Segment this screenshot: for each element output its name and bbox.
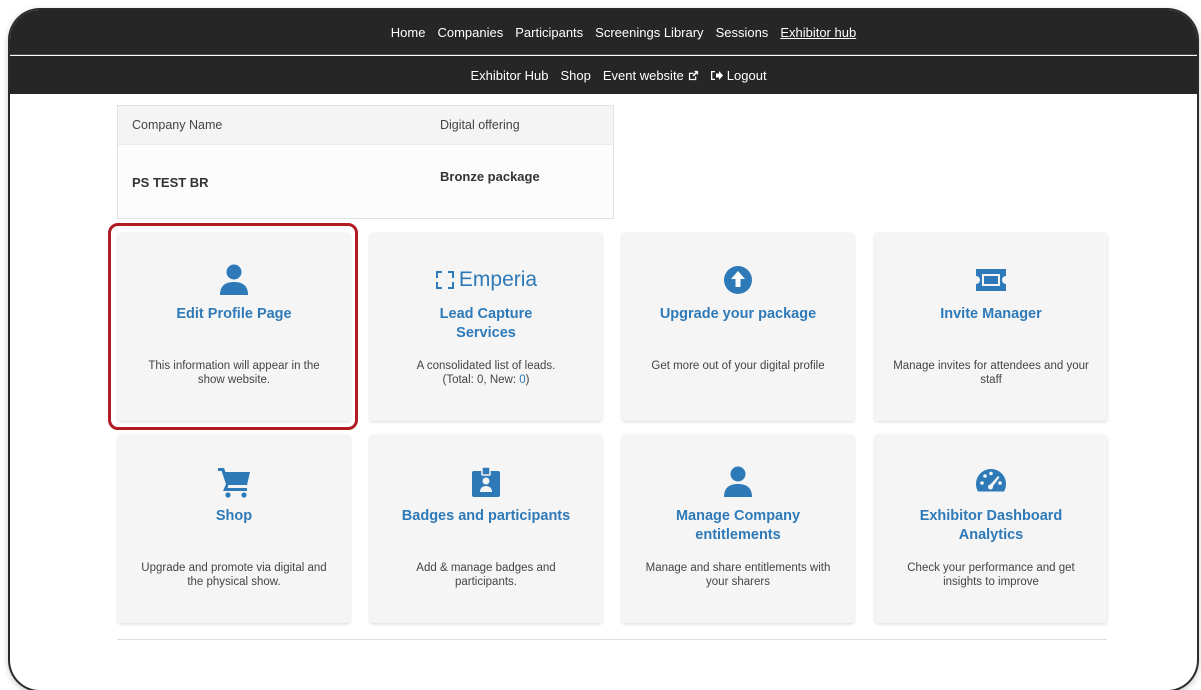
nav-exhibitor-hub[interactable]: Exhibitor hub — [780, 25, 856, 40]
card-title: Invite Manager — [940, 306, 1042, 322]
header-company-name: Company Name — [132, 118, 223, 132]
arrow-up-circle-icon — [622, 263, 854, 297]
event-website-label: Event website — [602, 67, 684, 83]
card-badges-participants[interactable]: Badges and participants Add & manage bad… — [370, 435, 602, 623]
nav-participants[interactable]: Participants — [515, 25, 583, 40]
digital-offering-value: Bronze package — [440, 169, 540, 184]
company-name-value: PS TEST BR — [132, 175, 209, 190]
external-link-icon — [688, 70, 698, 80]
app-window: Home Companies Participants Screenings L… — [10, 10, 1197, 690]
table-header-row: Company Name Digital offering — [118, 106, 613, 145]
card-description: Upgrade and promote via digital and the … — [141, 562, 327, 588]
card-description: Add & manage badges and participants. — [416, 562, 556, 588]
user-icon — [118, 263, 350, 297]
card-title: Shop — [215, 508, 253, 524]
card-shop[interactable]: Shop Upgrade and promote via digital and… — [118, 435, 350, 623]
card-description: This information will appear in the show… — [148, 360, 320, 386]
nav-event-website[interactable]: Event website — [603, 68, 699, 83]
card-dashboard-analytics[interactable]: Exhibitor Dashboard Analytics Check your… — [875, 435, 1107, 623]
company-info-table: Company Name Digital offering PS TEST BR… — [117, 105, 614, 219]
card-title: Exhibitor Dashboard Analytics — [919, 508, 1063, 543]
card-title: Edit Profile Page — [176, 306, 292, 322]
card-title: Badges and participants — [401, 508, 571, 524]
leads-description: A consolidated list of leads. — [416, 360, 556, 372]
card-description: Get more out of your digital profile — [651, 360, 825, 372]
card-invite-manager[interactable]: Invite Manager Manage invites for attend… — [875, 233, 1107, 421]
badge-icon — [370, 465, 602, 499]
logout-icon — [710, 70, 723, 80]
cart-icon — [118, 465, 350, 499]
secondary-nav: Exhibitor Hub Shop Event website Logout — [10, 56, 1197, 94]
primary-nav: Home Companies Participants Screenings L… — [10, 10, 1197, 55]
nav-shop[interactable]: Shop — [560, 68, 590, 83]
nav-companies[interactable]: Companies — [437, 25, 503, 40]
card-manage-entitlements[interactable]: Manage Company entitlements Manage and s… — [622, 435, 854, 623]
header-digital-offering: Digital offering — [440, 118, 520, 132]
leads-count: (Total: 0, New: 0) — [388, 373, 584, 387]
nav-exhibitor-hub-home[interactable]: Exhibitor Hub — [470, 68, 548, 83]
card-description: Check your performance and get insights … — [907, 562, 1075, 588]
card-title: Lead Capture Services — [439, 306, 533, 341]
emperia-logo-text: Emperia — [458, 268, 538, 291]
card-edit-profile[interactable]: Edit Profile Page This information will … — [118, 233, 350, 421]
nav-sessions[interactable]: Sessions — [716, 25, 769, 40]
card-title: Upgrade your package — [659, 306, 817, 322]
divider — [117, 639, 1107, 640]
card-description: Manage invites for attendees and your st… — [893, 360, 1089, 386]
card-upgrade-package[interactable]: Upgrade your package Get more out of you… — [622, 233, 854, 421]
leads-total-text: (Total: 0, New: — [442, 374, 520, 386]
user-icon — [622, 465, 854, 499]
emperia-logo: Emperia — [370, 263, 602, 297]
card-lead-capture[interactable]: Emperia Lead Capture Services A consolid… — [370, 233, 602, 421]
card-description: Manage and share entitlements with your … — [645, 562, 831, 588]
card-title: Manage Company entitlements — [675, 508, 801, 543]
ticket-icon — [875, 263, 1107, 297]
bracket-logo-icon — [435, 271, 454, 289]
nav-logout[interactable]: Logout — [710, 67, 767, 83]
table-row: PS TEST BR Bronze package — [118, 145, 613, 218]
nav-home[interactable]: Home — [391, 25, 426, 40]
nav-screenings-library[interactable]: Screenings Library — [595, 25, 703, 40]
leads-count-close: ) — [525, 374, 530, 386]
logout-label: Logout — [726, 67, 767, 83]
dashboard-icon — [875, 465, 1107, 499]
card-description: A consolidated list of leads. (Total: 0,… — [388, 359, 584, 387]
